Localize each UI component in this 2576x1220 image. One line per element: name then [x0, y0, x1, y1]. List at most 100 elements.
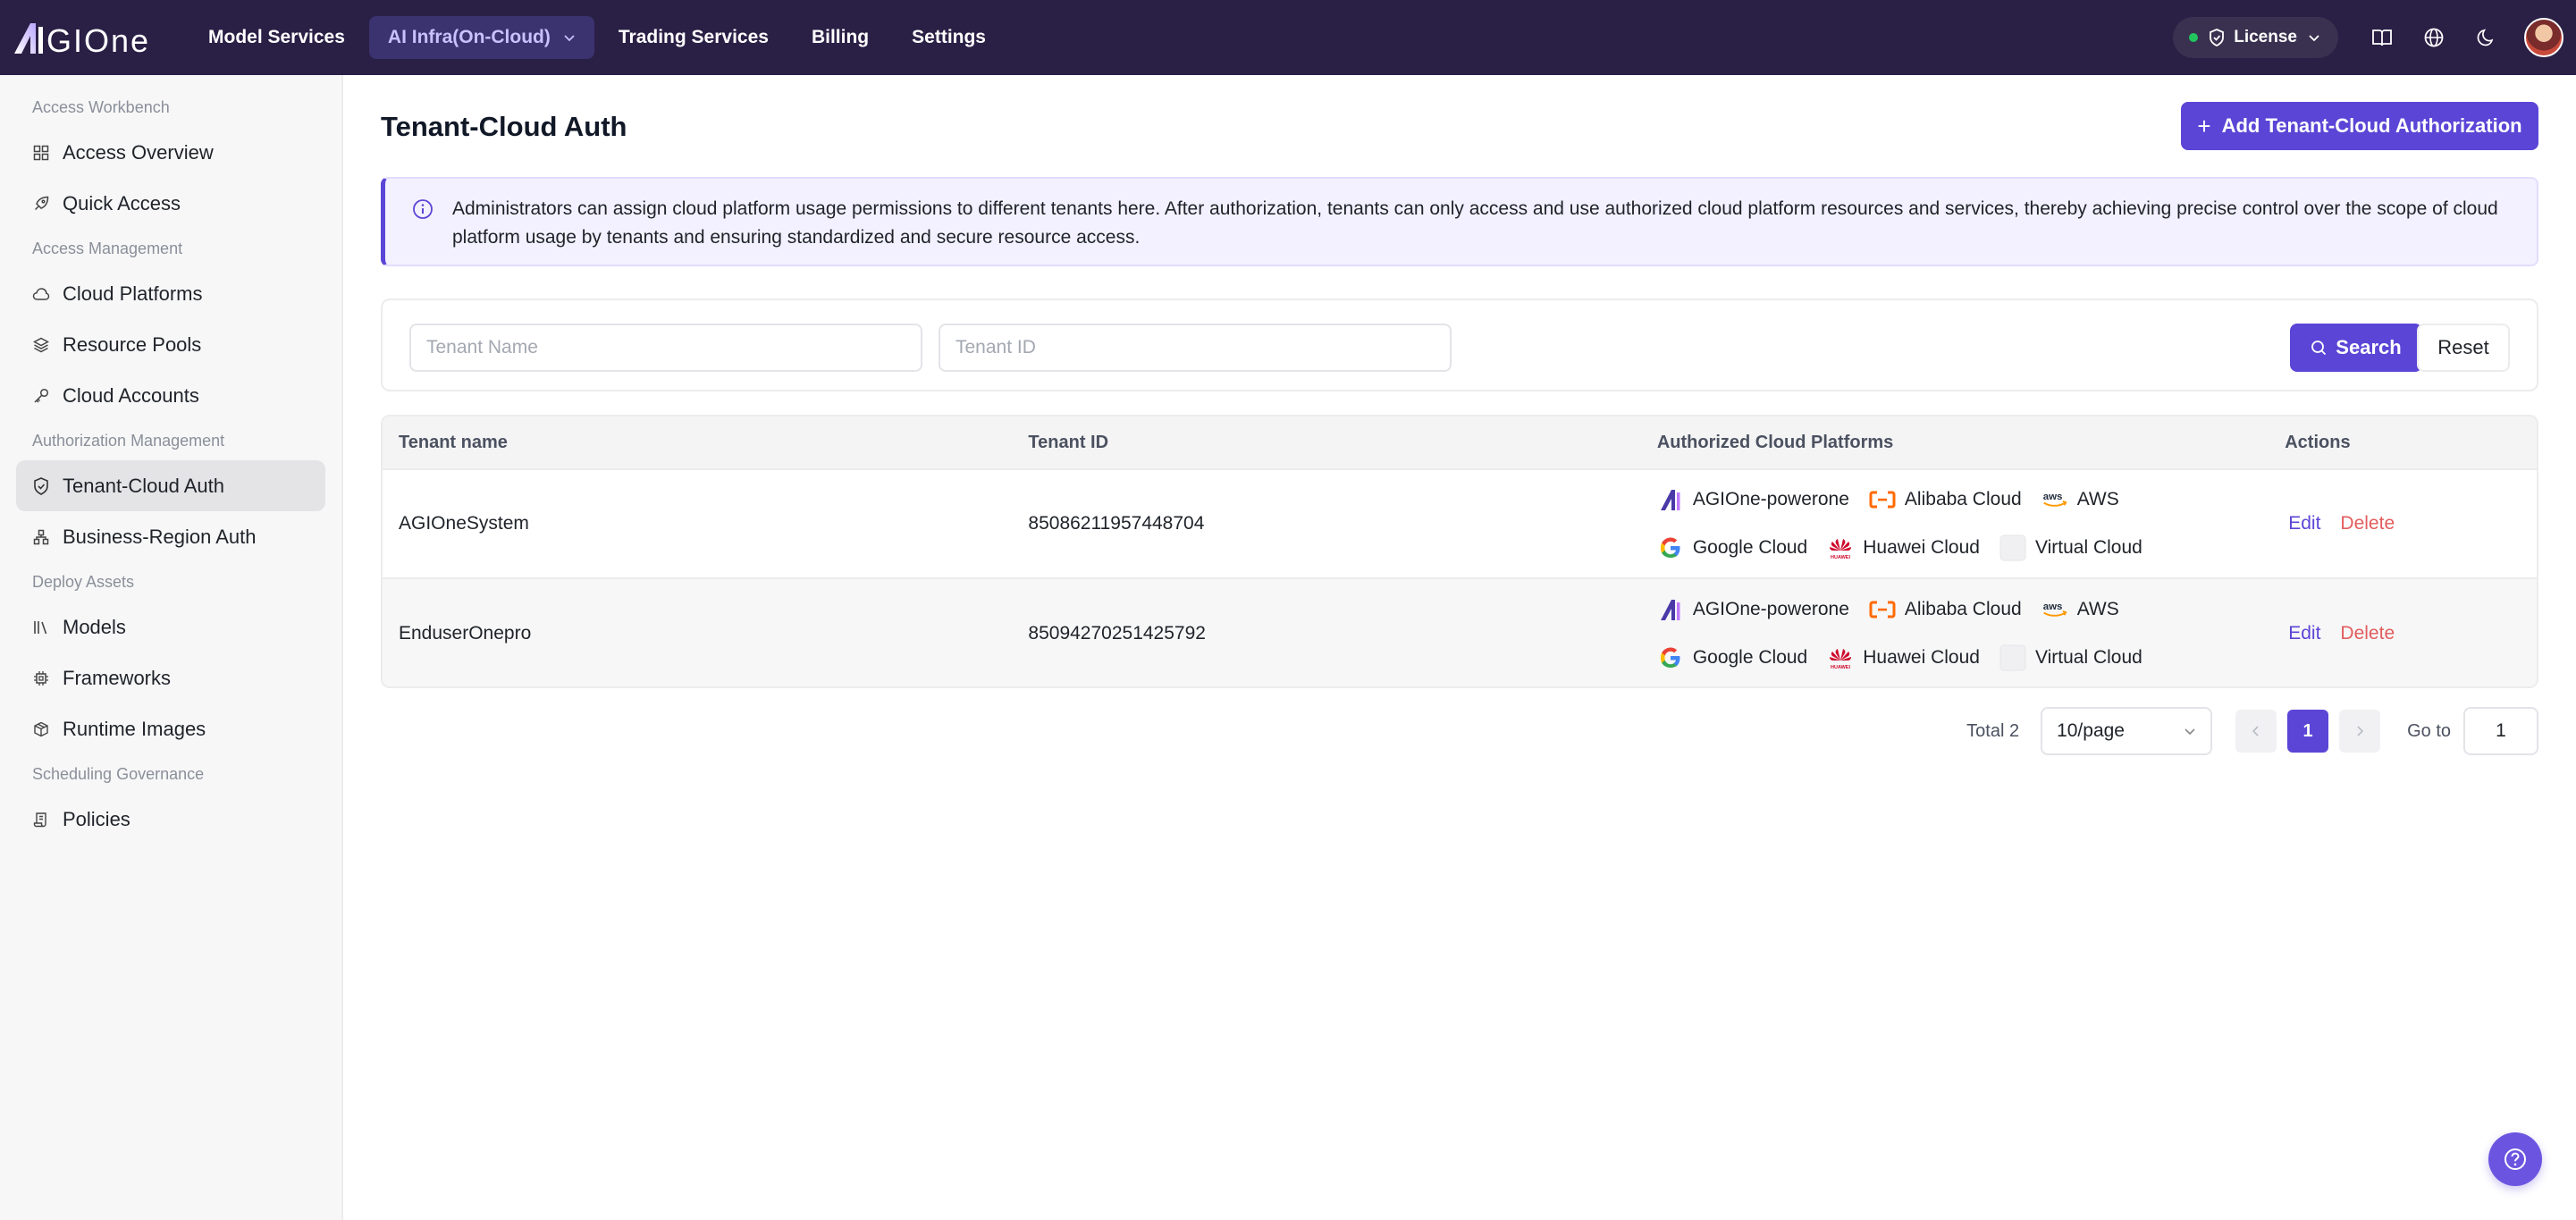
goto-page-input[interactable]: [2463, 707, 2538, 755]
sidebar-item-label: Resource Pools: [63, 332, 202, 356]
header-actions: Actions: [2285, 432, 2351, 452]
nav-label: Model Services: [208, 27, 345, 47]
aws-icon: aws: [2042, 602, 2067, 617]
nav-ai-infra[interactable]: AI Infra(On-Cloud): [368, 16, 594, 59]
nav-settings[interactable]: Settings: [893, 16, 1005, 59]
sidebar-item-policies[interactable]: Policies: [16, 794, 325, 845]
platform-name: Alibaba Cloud: [1904, 599, 2022, 619]
next-page-button[interactable]: [2339, 710, 2381, 753]
platform-name: Huawei Cloud: [1863, 647, 1980, 668]
sidebar-item-models[interactable]: Models: [16, 602, 325, 652]
table-header: Tenant name Tenant ID Authorized Cloud P…: [383, 416, 2537, 470]
nav-billing[interactable]: Billing: [793, 16, 888, 59]
help-button[interactable]: [2488, 1132, 2542, 1186]
top-bar: GIOne Model Services AI Infra(On-Cloud) …: [0, 0, 2576, 75]
search-button[interactable]: Search: [2290, 324, 2422, 372]
sidebar-item-cloud-accounts[interactable]: Cloud Accounts: [16, 370, 325, 421]
platform-tag: HUAWEI Huawei Cloud: [1827, 644, 1980, 672]
user-avatar[interactable]: [2524, 18, 2563, 57]
sidebar-item-label: Runtime Images: [63, 717, 206, 740]
book-icon: [2372, 29, 2392, 46]
huawei-cloud-icon: HUAWEI: [1830, 539, 1852, 560]
help-icon: [2504, 1148, 2526, 1170]
platform-logo-icon: aws: [2041, 596, 2068, 623]
language-button[interactable]: [2408, 12, 2460, 63]
rocket-icon: [32, 195, 50, 213]
page-number-button[interactable]: 1: [2287, 710, 2329, 753]
add-tenant-cloud-auth-button[interactable]: + Add Tenant-Cloud Authorization: [2181, 102, 2538, 150]
status-dot: [2189, 33, 2199, 42]
virtual-cloud-icon: [1999, 534, 2026, 561]
platform-tag: HUAWEI Huawei Cloud: [1827, 534, 1980, 562]
page-size-select[interactable]: 10/page: [2041, 707, 2213, 755]
table-body: AGIOneSystem 85086211957448704 AGIOne-powe…: [383, 470, 2537, 686]
sidebar-item-cloud-platforms[interactable]: Cloud Platforms: [16, 268, 325, 319]
prev-page-button[interactable]: [2235, 710, 2277, 753]
header-tenant-id: Tenant ID: [1028, 432, 1109, 452]
huawei-cloud-icon: HUAWEI: [1830, 649, 1852, 670]
app-logo[interactable]: GIOne: [13, 15, 156, 60]
platform-name: AWS: [2076, 599, 2119, 619]
header-authorized-platforms: Authorized Cloud Platforms: [1656, 432, 1894, 452]
nav-trading-services[interactable]: Trading Services: [600, 16, 787, 59]
platform-tag: aws AWS: [2041, 595, 2119, 624]
sidebar-group-title: Access Management: [32, 239, 183, 257]
package-icon: [32, 720, 50, 738]
platform-name: Google Cloud: [1692, 537, 1808, 558]
sidebar-item-access-overview[interactable]: Access Overview: [16, 127, 325, 178]
svg-text:aws: aws: [2042, 492, 2062, 502]
aws-icon: aws: [2042, 492, 2067, 507]
agione-powerone-icon: [1660, 490, 1680, 510]
chevron-down-icon: [2185, 728, 2195, 736]
nav-label: Settings: [912, 27, 986, 47]
cell-tenant-name: AGIOneSystem: [399, 513, 529, 534]
goto-label: Go to: [2407, 720, 2451, 741]
sidebar-group-title: Access Workbench: [32, 97, 170, 116]
alibaba-cloud-icon: [1869, 601, 1896, 618]
sidebar-item-business-region-auth[interactable]: Business-Region Auth: [16, 511, 325, 562]
tenant-auth-table: Tenant name Tenant ID Authorized Cloud P…: [381, 415, 2538, 688]
chevron-down-icon: [2309, 35, 2319, 42]
cell-tenant-id: 85086211957448704: [1028, 513, 1205, 534]
platform-list: AGIOne-powerone Alibaba Cloud aws AWS Google…: [1657, 485, 2229, 562]
platform-logo-icon: [1999, 534, 2026, 561]
notice-text: Administrators can assign cloud platform…: [452, 198, 2498, 248]
tenant-name-input[interactable]: [409, 324, 922, 372]
delete-link[interactable]: Delete: [2340, 623, 2395, 644]
platform-logo-icon: HUAWEI: [1827, 644, 1854, 671]
docs-button[interactable]: [2356, 12, 2408, 63]
dashboard-icon: [32, 144, 50, 162]
sidebar-item-quick-access[interactable]: Quick Access: [16, 178, 325, 229]
cell-tenant-name: EnduserOnepro: [399, 623, 532, 644]
sidebar-item-frameworks[interactable]: Frameworks: [16, 652, 325, 703]
sidebar-item-runtime-images[interactable]: Runtime Images: [16, 703, 325, 754]
pagination: Total 2 10/page 1 Go to: [1966, 706, 2538, 756]
table-row: AGIOneSystem 85086211957448704 AGIOne-powe…: [383, 470, 2537, 579]
sidebar-item-tenant-cloud-auth[interactable]: Tenant-Cloud Auth: [16, 460, 325, 511]
platform-name: Alibaba Cloud: [1904, 489, 2022, 509]
theme-toggle[interactable]: [2460, 12, 2512, 63]
agione-powerone-icon: [1660, 600, 1680, 620]
platform-tag: AGIOne-powerone: [1657, 485, 1849, 514]
platform-tag: AGIOne-powerone: [1657, 595, 1849, 624]
edit-link[interactable]: Edit: [2288, 513, 2320, 534]
reset-button[interactable]: Reset: [2417, 324, 2510, 372]
license-dropdown[interactable]: License: [2173, 17, 2338, 58]
platform-list: AGIOne-powerone Alibaba Cloud aws AWS Google…: [1657, 595, 2229, 672]
sidebar-item-resource-pools[interactable]: Resource Pools: [16, 319, 325, 370]
platform-tag: Virtual Cloud: [1999, 534, 2142, 562]
nav-model-services[interactable]: Model Services: [189, 16, 364, 59]
cell-actions: Edit Delete: [2269, 513, 2537, 534]
tenant-id-input[interactable]: [939, 324, 1452, 372]
platform-logo-icon: aws: [2041, 486, 2068, 513]
sidebar-item-label: Tenant-Cloud Auth: [63, 474, 225, 497]
edit-link[interactable]: Edit: [2288, 623, 2320, 644]
delete-link[interactable]: Delete: [2340, 513, 2395, 534]
nav-label: Billing: [811, 27, 870, 47]
svg-text:GIOne: GIOne: [46, 22, 150, 57]
svg-text:HUAWEI: HUAWEI: [1831, 665, 1850, 670]
platform-name: Virtual Cloud: [2034, 537, 2142, 558]
svg-text:aws: aws: [2042, 602, 2062, 612]
platform-name: AGIOne-powerone: [1692, 599, 1849, 619]
top-nav: Model Services AI Infra(On-Cloud) Tradin…: [189, 0, 1010, 75]
